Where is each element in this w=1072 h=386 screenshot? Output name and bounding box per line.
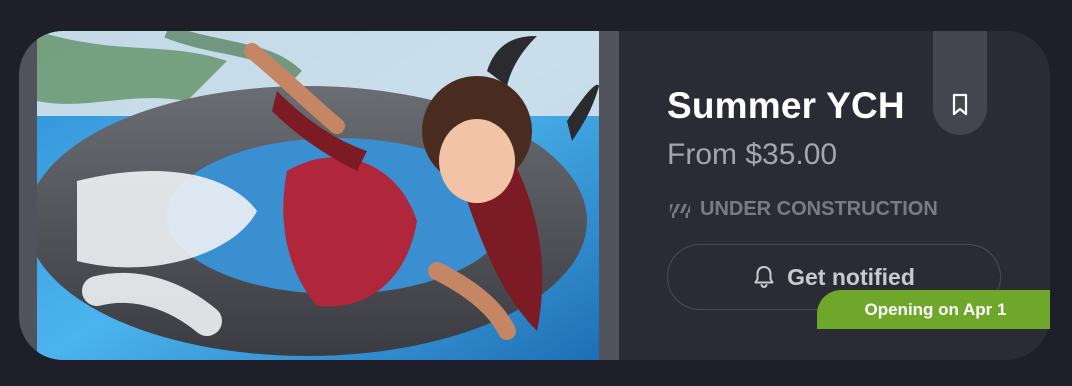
artwork-image[interactable]: [37, 31, 599, 360]
opening-date-badge: Opening on Apr 1: [817, 290, 1050, 329]
construction-barrier-icon: [670, 203, 690, 218]
media-frame: [19, 31, 619, 360]
get-notified-label: Get notified: [787, 263, 915, 290]
listing-title: Summer YCH: [667, 85, 905, 126]
status-text: UNDER CONSTRUCTION: [700, 198, 938, 220]
listing-price: From $35.00: [667, 138, 838, 171]
status-label: UNDER CONSTRUCTION: [669, 198, 938, 221]
bookmark-icon: [952, 93, 968, 116]
bell-icon: [754, 266, 774, 289]
bookmark-button[interactable]: [933, 31, 987, 135]
